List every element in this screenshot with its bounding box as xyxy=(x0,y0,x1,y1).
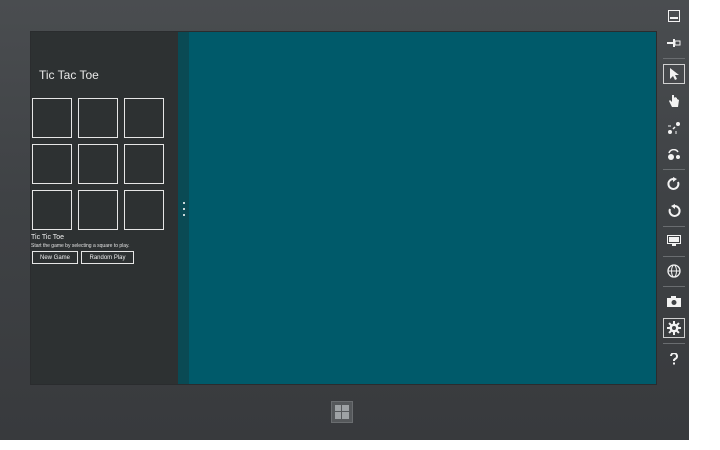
touch-mode-icon[interactable] xyxy=(662,90,686,112)
rotate-clockwise-icon[interactable] xyxy=(662,173,686,195)
toolbar-separator xyxy=(663,286,685,287)
snap-splitter[interactable] xyxy=(178,32,189,384)
snapped-app-pane: Tic Tac Toe Tic Tic Toe Start the game b… xyxy=(31,32,178,384)
windows-logo-icon xyxy=(335,405,349,419)
board-cell-1[interactable] xyxy=(32,98,72,138)
simulator-toolbar xyxy=(660,5,688,375)
windows-button[interactable] xyxy=(331,401,353,423)
mouse-mode-icon[interactable] xyxy=(662,63,686,85)
pin-icon[interactable] xyxy=(662,32,686,54)
board-cell-8[interactable] xyxy=(78,190,118,230)
game-name-label: Tic Tic Toe xyxy=(31,234,65,241)
new-game-button[interactable]: New Game xyxy=(32,251,78,264)
board-cell-6[interactable] xyxy=(124,144,164,184)
toolbar-separator xyxy=(663,256,685,257)
set-location-icon[interactable] xyxy=(662,260,686,282)
pinch-zoom-icon[interactable] xyxy=(662,117,686,139)
simulator-frame: Tic Tac Toe Tic Tic Toe Start the game b… xyxy=(0,0,689,440)
board-cell-7[interactable] xyxy=(32,190,72,230)
board-cell-2[interactable] xyxy=(78,98,118,138)
help-icon[interactable] xyxy=(662,348,686,370)
change-resolution-icon[interactable] xyxy=(662,230,686,252)
game-board xyxy=(32,98,167,233)
board-cell-4[interactable] xyxy=(32,144,72,184)
toolbar-separator xyxy=(663,226,685,227)
toolbar-separator xyxy=(663,343,685,344)
minimize-icon[interactable] xyxy=(662,5,686,27)
board-cell-5[interactable] xyxy=(78,144,118,184)
screenshot-icon[interactable] xyxy=(662,290,686,312)
game-hint-text: Start the game by selecting a square to … xyxy=(31,243,130,249)
board-cell-9[interactable] xyxy=(124,190,164,230)
app-title: Tic Tac Toe xyxy=(39,68,99,82)
random-play-button[interactable]: Random Play xyxy=(81,251,134,264)
main-app-area xyxy=(189,32,656,384)
toolbar-separator xyxy=(663,169,685,170)
board-cell-3[interactable] xyxy=(124,98,164,138)
toolbar-separator xyxy=(663,58,685,59)
splitter-grip-icon xyxy=(181,202,186,216)
device-screen: Tic Tac Toe Tic Tic Toe Start the game b… xyxy=(30,31,657,385)
rotate-counterclockwise-icon[interactable] xyxy=(662,200,686,222)
rotation-touch-icon[interactable] xyxy=(662,144,686,166)
settings-icon[interactable] xyxy=(662,317,686,339)
